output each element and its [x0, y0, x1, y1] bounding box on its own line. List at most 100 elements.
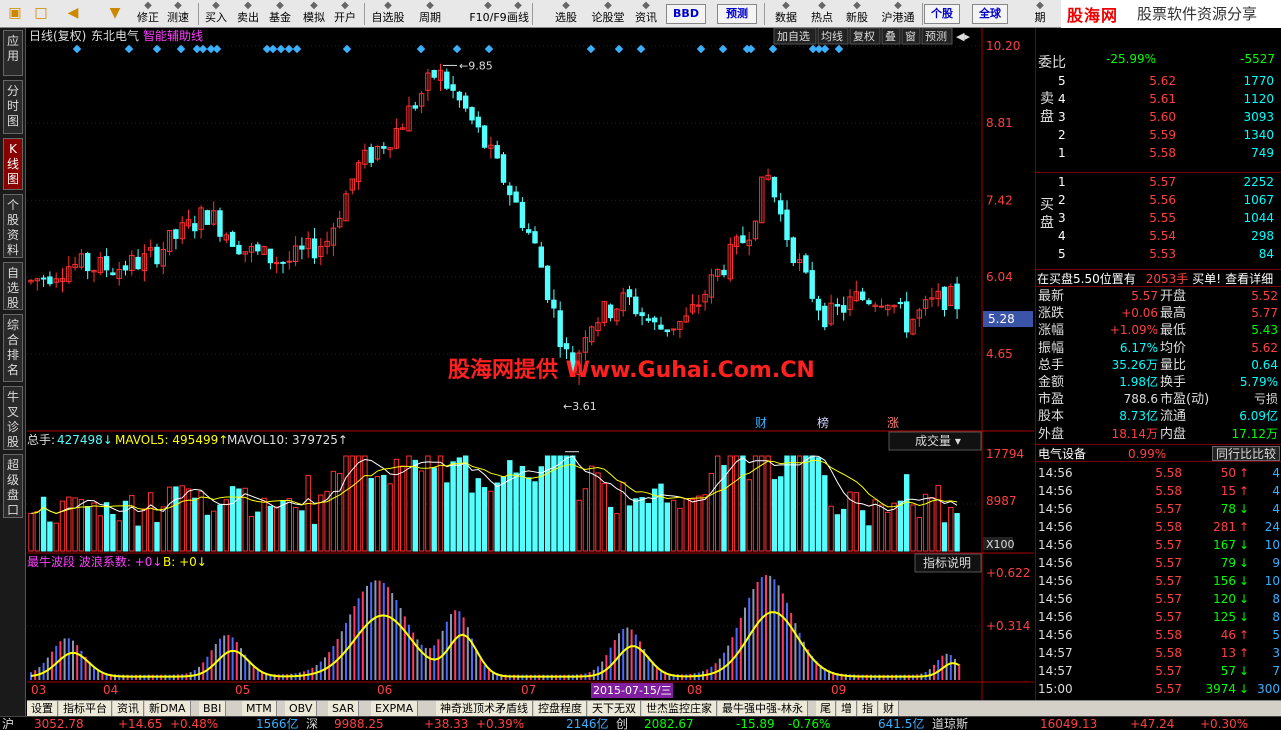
toolbar-icon-1[interactable]: □ — [30, 0, 52, 27]
expand-arrow-icon[interactable]: ◀▸ — [956, 30, 970, 43]
toolbar-button-16[interactable]: ◆ 数据 — [770, 0, 802, 27]
toolbar-button-5[interactable]: ◆ 模拟 — [298, 0, 330, 27]
left-tab-1[interactable]: 分时图 — [3, 80, 23, 134]
candle-body — [135, 256, 141, 270]
indicator-tab-12[interactable]: 世杰监控庄家 — [642, 701, 717, 716]
candle-body — [834, 303, 841, 307]
toolbar-button-13[interactable]: ◆ 资讯 — [630, 0, 662, 27]
toolbar-button-8[interactable]: ◆ 周期 — [414, 0, 446, 27]
indicator-tab-15[interactable]: 增 — [837, 701, 857, 716]
event-flag-1[interactable]: 榜 — [817, 415, 829, 430]
toolbar-button-14[interactable]: BBD — [666, 4, 706, 24]
volume-bar — [904, 474, 910, 552]
event-flag-0[interactable]: 财 — [755, 416, 767, 430]
toolbar-button-18[interactable]: ◆ 新股 — [841, 0, 873, 27]
toolbar-button-11[interactable]: ◆ 选股 — [550, 0, 582, 27]
toolbar-button-15[interactable]: 预测 — [717, 4, 757, 24]
toolbar-button-7[interactable]: ◆ 自选股 — [366, 0, 410, 27]
tick-count: 7 — [1272, 664, 1280, 678]
indicator-tab-17[interactable]: 财 — [879, 701, 899, 716]
indicator-tick-label: +0.622 — [986, 566, 1030, 580]
indicator-tab-14[interactable]: 尾 — [816, 701, 836, 716]
indicator-tab-2[interactable]: 资讯 — [113, 701, 144, 716]
buy-level-row[interactable]: 5 5.53 84 — [1058, 245, 1280, 263]
buy-level-row[interactable]: 3 5.55 1044 — [1058, 209, 1280, 227]
stat-value: 0.64 — [1251, 357, 1278, 372]
toolbar-button-4[interactable]: ◆ 基金 — [264, 0, 296, 27]
volume-bar — [803, 455, 809, 552]
sell-level-row[interactable]: 1 5.58 749 — [1058, 144, 1280, 162]
indicator-tab-3[interactable]: 新DMA — [145, 701, 191, 716]
sell-level-row[interactable]: 4 5.61 1120 — [1058, 90, 1280, 108]
stat-value: 5.57 — [1131, 289, 1158, 303]
toolbar-button-17[interactable]: ◆ 热点 — [806, 0, 838, 27]
indicator-tab-8[interactable]: EXPMA — [371, 701, 419, 716]
toolbar-button-6[interactable]: ◆ 开户 — [329, 0, 361, 27]
tick-volume: 15 — [1220, 484, 1236, 498]
toolbar-button-0[interactable]: ◆ 修正 — [132, 0, 164, 27]
volume-bar — [519, 465, 526, 552]
volume-bar — [431, 467, 437, 552]
toolbar-button-2[interactable]: ◆ 买入 — [200, 0, 232, 27]
indicator-tab-0[interactable]: 设置 — [27, 701, 58, 716]
tick-time: 15:00 — [1038, 682, 1073, 696]
kline-chart-area[interactable]: 日线(复权) 东北电气 智能辅助线 加自选 均线 复权叠窗预测 ◀▸ 10.20 8.81 7.4… — [27, 27, 1034, 700]
toolbar-button-21[interactable]: 全球 — [972, 4, 1008, 24]
level-number: 5 — [1058, 74, 1066, 88]
left-tab-3[interactable]: 个股资料 — [3, 194, 23, 258]
left-tab-7[interactable]: 超级盘口 — [3, 454, 23, 518]
buy-level-row[interactable]: 1 5.57 2252 — [1058, 173, 1280, 191]
big-order-notice[interactable]: 在买盘5.50位置有 2053手 买单! 查看详细 — [1036, 269, 1281, 287]
toolbar-icon-2[interactable]: ◀ — [62, 0, 84, 27]
left-tab-2[interactable]: K线图 — [3, 138, 23, 190]
toolbar-button-22[interactable]: ◆ 期 — [1030, 0, 1050, 27]
tick-row: 14:57 5.57 57 ↓ 7 — [1036, 662, 1281, 680]
notice-detail-link[interactable]: 查看详细 — [1225, 272, 1273, 286]
arrow-up-icon: ↑ — [1238, 646, 1250, 660]
indicator-tab-bar: 设置 指标平台 资讯 新DMA BBI MTM OBV SAR EXPMA 神奇逃顶术矛盾线 控盘程… — [27, 700, 1281, 716]
indicator-tab-1[interactable]: 指标平台 — [59, 701, 112, 716]
event-flag-2[interactable]: 涨 — [887, 415, 899, 430]
toolbar-label: 期 — [1034, 11, 1046, 24]
indicator-tab-11[interactable]: 天下无双 — [588, 701, 641, 716]
toolbar-button-20[interactable]: 个股 — [924, 4, 960, 24]
indicator-tab-7[interactable]: SAR — [328, 701, 360, 716]
stat-label: 总手 — [1038, 357, 1065, 373]
left-tab-6[interactable]: 牛叉诊股 — [3, 386, 23, 450]
volume-bar — [204, 514, 211, 552]
toolbar-button-12[interactable]: ◆ 论股堂 — [586, 0, 630, 27]
sell-level-row[interactable]: 2 5.59 1340 — [1058, 126, 1280, 144]
level-price: 5.61 — [1149, 92, 1176, 106]
sector-name[interactable]: 电气设备 — [1038, 445, 1086, 463]
quote-stat-row: 金额 1.98亿 换手 5.79% — [1036, 374, 1281, 391]
indicator-tab-4[interactable]: BBI — [199, 701, 227, 716]
stat-value: 5.52 — [1251, 289, 1278, 303]
indicator-tab-5[interactable]: MTM — [242, 701, 277, 716]
indicator-tab-16[interactable]: 指 — [858, 701, 878, 716]
toolbar-icon-0[interactable]: ▣ — [4, 0, 26, 27]
candle-body — [431, 70, 437, 78]
toolbar-button-1[interactable]: ◆ 测速 — [162, 0, 194, 27]
left-tab-5[interactable]: 综合排名 — [3, 314, 23, 382]
sell-level-row[interactable]: 3 5.60 3093 — [1058, 108, 1280, 126]
level-number: 3 — [1058, 110, 1066, 124]
indicator-tab-10[interactable]: 控盘程度 — [534, 701, 587, 716]
indicator-tab-6[interactable]: OBV — [285, 701, 318, 716]
buy-level-row[interactable]: 4 5.54 298 — [1058, 227, 1280, 245]
toolbar-button-19[interactable]: ◆ 沪港通 — [876, 0, 920, 27]
buy-level-row[interactable]: 2 5.56 1067 — [1058, 191, 1280, 209]
arrow-down-icon: ↓ — [1238, 556, 1250, 570]
chart-header-button-label: 均线 — [821, 29, 843, 43]
toolbar-button-3[interactable]: ◆ 卖出 — [232, 0, 264, 27]
sell-level-row[interactable]: 5 5.62 1770 — [1058, 72, 1280, 90]
toolbar-button-10[interactable]: ◆ 画线 — [502, 0, 534, 27]
left-tab-4[interactable]: 自选股 — [3, 262, 23, 310]
indicator-tab-13[interactable]: 最牛强中强-林永 — [718, 701, 808, 716]
tick-count: 4 — [1272, 484, 1280, 498]
volume-bar — [122, 500, 129, 552]
indicator-tab-9[interactable]: 神奇逃顶术矛盾线 — [436, 701, 533, 716]
stat-label: 涨跌 — [1038, 306, 1065, 322]
left-tab-0[interactable]: 应用 — [3, 30, 23, 76]
toolbar-icon-3[interactable]: ▼ — [104, 0, 126, 27]
sector-compare-button[interactable]: 同行比比较 — [1211, 446, 1280, 461]
